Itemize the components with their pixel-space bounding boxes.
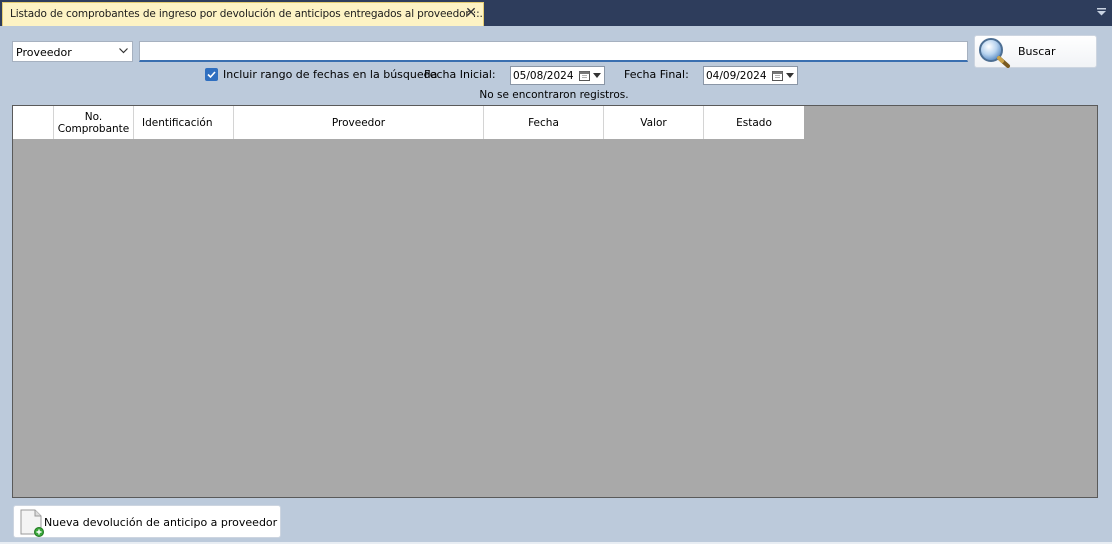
- tab-title: Listado de comprobantes de ingreso por d…: [10, 8, 483, 20]
- calendar-icon[interactable]: [772, 70, 783, 81]
- chevron-down-icon[interactable]: [593, 73, 601, 78]
- column-header-indicator[interactable]: [13, 106, 54, 139]
- main-panel: Proveedor Buscar Incluir rango de fechas…: [0, 26, 1112, 544]
- end-date-value: 04/09/2024: [706, 70, 767, 82]
- chevron-down-icon: [119, 48, 128, 54]
- column-header-estado[interactable]: Estado: [704, 106, 804, 139]
- checkmark-icon: [207, 71, 216, 79]
- date-range-checkbox-label[interactable]: Incluir rango de fechas en la búsqueda: [223, 68, 437, 81]
- column-header-no-comprobante-label: No. Comprobante: [57, 110, 130, 135]
- status-message-text: No se encontraron registros.: [479, 89, 629, 101]
- end-date-field[interactable]: 04/09/2024: [703, 66, 798, 85]
- new-advance-return-button-label: Nueva devolución de anticipo a proveedor: [44, 516, 278, 529]
- chevron-down-icon[interactable]: [786, 73, 794, 78]
- results-grid[interactable]: No. Comprobante Identificación Proveedor…: [12, 105, 1098, 498]
- grid-header: No. Comprobante Identificación Proveedor…: [13, 106, 804, 139]
- start-date-label: Fecha Inicial:: [424, 68, 496, 81]
- column-header-valor[interactable]: Valor: [604, 106, 704, 139]
- column-header-proveedor[interactable]: Proveedor: [234, 106, 484, 139]
- search-input[interactable]: [139, 41, 968, 62]
- date-range-checkbox[interactable]: [205, 68, 218, 81]
- search-button-label: Buscar: [1018, 45, 1056, 58]
- magnifier-icon: [979, 38, 1010, 68]
- start-date-field[interactable]: 05/08/2024: [510, 66, 605, 85]
- column-header-identificacion[interactable]: Identificación: [134, 106, 234, 139]
- new-document-icon: [20, 509, 44, 537]
- new-advance-return-button[interactable]: Nueva devolución de anticipo a proveedor: [13, 505, 281, 538]
- search-button[interactable]: Buscar: [974, 35, 1097, 68]
- search-field-value: Proveedor: [16, 46, 72, 59]
- calendar-icon[interactable]: [579, 70, 590, 81]
- column-header-no-comprobante[interactable]: No. Comprobante: [54, 106, 134, 139]
- tab-comprobantes-listado[interactable]: Listado de comprobantes de ingreso por d…: [2, 2, 484, 26]
- start-date-value: 05/08/2024: [513, 70, 574, 82]
- status-message: No se encontraron registros.: [0, 89, 1112, 101]
- document-tab-strip: Listado de comprobantes de ingreso por d…: [0, 0, 1112, 26]
- tab-list-dropdown-icon[interactable]: [1097, 8, 1106, 16]
- column-header-fecha[interactable]: Fecha: [484, 106, 604, 139]
- close-tab-icon[interactable]: ✕: [464, 6, 478, 20]
- search-field-select[interactable]: Proveedor: [12, 41, 133, 62]
- end-date-label: Fecha Final:: [624, 68, 689, 81]
